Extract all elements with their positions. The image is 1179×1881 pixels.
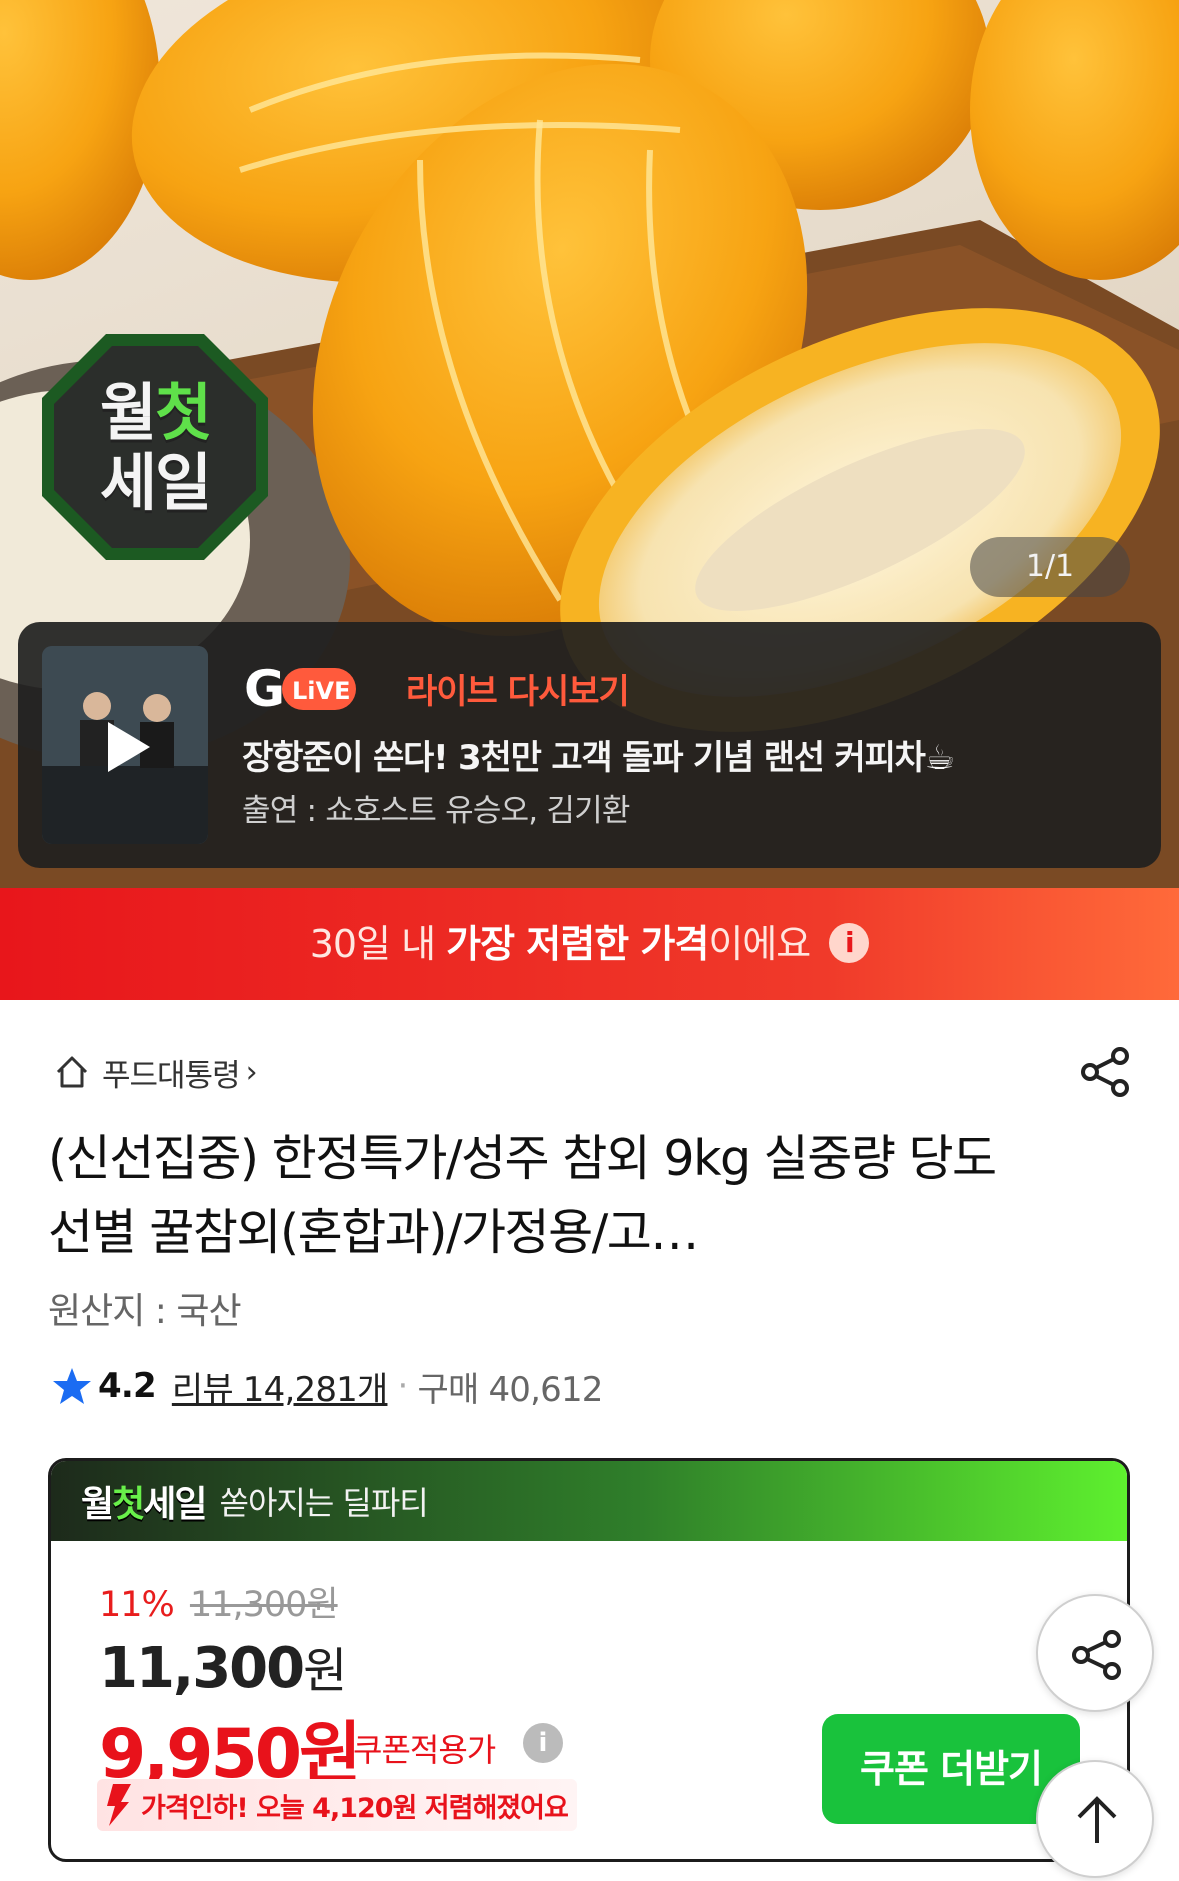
banner-suffix: 이에요 — [708, 922, 811, 966]
deal-brand-rest: 세일 — [143, 1484, 207, 1525]
sale-price-unit: 원 — [303, 1643, 347, 1699]
live-replay-card[interactable]: G LiVE 라이브 다시보기 장항준이 쏜다! 3천만 고객 돌파 기념 랜선… — [18, 622, 1161, 868]
deal-subtitle: 쏟아지는 딜파티 — [219, 1484, 429, 1522]
image-page-counter: 1/1 — [970, 537, 1130, 597]
glive-logo: G LiVE — [244, 660, 356, 718]
discount-row: 11% 11,300원 — [99, 1576, 339, 1627]
review-link[interactable]: 리뷰 14,281개 — [172, 1362, 388, 1411]
badge-text: 월첫 세일 — [38, 378, 272, 518]
badge-line2: 세일 — [99, 446, 212, 519]
lowest-price-banner[interactable]: 30일 내 가장 저렴한 가격이에요 i — [0, 888, 1179, 1000]
play-icon[interactable] — [94, 716, 156, 778]
rating-value: 4.2 — [98, 1366, 157, 1406]
share-icon — [1072, 1630, 1121, 1680]
deal-brand: 월첫세일 — [81, 1475, 208, 1527]
price-drop-notice: 가격인하! 오늘 4,120원 저렴해졌어요 — [97, 1779, 577, 1831]
info-icon[interactable]: i — [829, 922, 870, 963]
product-title: (신선집중) 한정특가/성주 참외 9kg 실중량 당도선별 꿀참외(혼합과)/… — [48, 1130, 997, 1261]
star-icon — [53, 1368, 91, 1404]
live-replay-label: 라이브 다시보기 — [406, 672, 630, 712]
sale-price: 11,300원 — [99, 1631, 347, 1701]
original-price: 11,300원 — [189, 1585, 339, 1625]
glive-logo-g: G — [244, 660, 285, 718]
live-title: 장항준이 쏜다! 3천만 고객 돌파 기념 랜선 커피차☕ — [242, 738, 955, 778]
breadcrumb[interactable]: 푸드대통령 › — [52, 1050, 258, 1094]
chevron-right-icon: › — [245, 1054, 258, 1090]
share-icon[interactable] — [1078, 1044, 1134, 1100]
product-origin: 원산지 : 국산 — [48, 1291, 242, 1332]
sale-price-number: 11,300 — [99, 1636, 305, 1701]
floating-share-button[interactable] — [1036, 1594, 1154, 1712]
deal-brand-char: 월 — [81, 1484, 114, 1525]
purchase-count: 구매 40,612 — [417, 1369, 603, 1410]
scroll-to-top-button[interactable] — [1036, 1760, 1154, 1878]
discount-rate: 11% — [99, 1585, 175, 1625]
separator-dot: · — [397, 1366, 408, 1406]
deal-header: 월첫세일 쏟아지는 딜파티 — [51, 1461, 1127, 1541]
coupon-price-label: 쿠폰적용가 — [353, 1731, 496, 1769]
live-thumbnail[interactable] — [42, 646, 208, 844]
price-drop-text: 가격인하! 오늘 4,120원 저렴해졌어요 — [141, 1792, 569, 1824]
badge-char-accent: 첫 — [155, 376, 212, 449]
arrow-up-icon — [1077, 1796, 1117, 1843]
home-icon — [56, 1056, 88, 1088]
live-cast: 출연 : 쇼호스트 유승오, 김기환 — [242, 793, 630, 829]
info-icon[interactable]: i — [523, 1723, 563, 1763]
banner-prefix: 30일 내 — [309, 922, 447, 966]
badge-char: 월 — [99, 376, 157, 449]
breadcrumb-store-name[interactable]: 푸드대통령 — [102, 1050, 241, 1095]
deal-brand-accent: 첫 — [112, 1484, 145, 1525]
glive-logo-live: LiVE — [292, 677, 351, 705]
product-image-carousel[interactable]: 월첫 세일 1/1 G LiVE 라이브 다시보기 장항준이 쏜다! 3천만 고… — [0, 0, 1179, 888]
monthly-first-sale-badge: 월첫 세일 — [38, 330, 272, 564]
rating-row: 4.2 리뷰 14,281개 · 구매 40,612 — [52, 1362, 603, 1410]
banner-highlight: 가장 저렴한 가격 — [446, 922, 709, 966]
arrow-down-icon — [107, 1784, 131, 1826]
